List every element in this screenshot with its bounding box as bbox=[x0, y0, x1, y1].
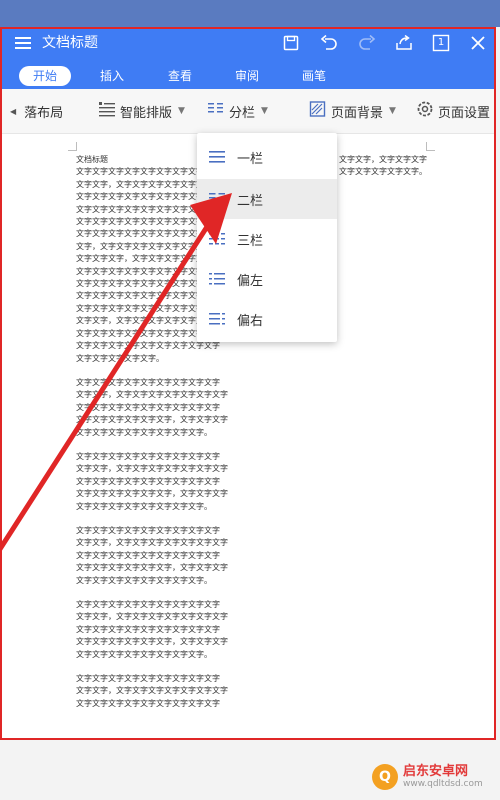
menu-item-right[interactable]: 偏右 bbox=[197, 299, 337, 339]
page-background-icon bbox=[309, 101, 331, 121]
text-line: 文字文字，文字文字文字文字文字文字文字 bbox=[76, 538, 228, 548]
three-column-icon bbox=[197, 232, 237, 246]
right-column-icon bbox=[197, 312, 237, 326]
page-settings-button[interactable]: 页面设置 bbox=[416, 101, 490, 121]
text-line: 文字文字文字文字文字文字文字文字文字 bbox=[76, 476, 220, 486]
two-column-icon bbox=[197, 192, 237, 206]
paragraph-layout-label: 落布局 bbox=[24, 105, 64, 121]
page-background-label: 页面背景 bbox=[331, 105, 384, 121]
text-line: 文字文字，文字文字文字文字文字文字文字 bbox=[76, 390, 228, 400]
text-line: 文字文字文字文字文字文字文字文字文字 bbox=[76, 451, 220, 461]
menu-item-label: 偏右 bbox=[237, 313, 264, 329]
text-line: 文字文字文字文字文字文字，文字文字文字 bbox=[76, 563, 228, 573]
text-line: 文字文字文字文字文字文字文字文字文字 bbox=[76, 402, 220, 412]
save-icon[interactable] bbox=[280, 32, 302, 54]
columns-label: 分栏 bbox=[229, 105, 256, 121]
paragraph: 文字文字文字文字文字文字文字文字文字 文字文字，文字文字文字文字文字文字文字 文字文… bbox=[76, 525, 246, 587]
menu-item-left[interactable]: 偏左 bbox=[197, 259, 337, 299]
text-line: 文字文字，文字文字文字文字文字文字文字 bbox=[76, 686, 228, 696]
tab-insert[interactable]: 插入 bbox=[90, 66, 134, 86]
text-line: 文字文字，文字文字文字 bbox=[339, 155, 427, 164]
chevron-down-icon: ▼ bbox=[178, 106, 185, 116]
smart-layout-button[interactable]: 智能排版 ▼ bbox=[98, 101, 185, 121]
redo-icon[interactable] bbox=[356, 32, 378, 54]
tab-review[interactable]: 审阅 bbox=[225, 66, 269, 86]
menu-item-label: 三栏 bbox=[237, 233, 264, 249]
menu-item-label: 二栏 bbox=[237, 193, 264, 209]
watermark-name: 启东安卓网 bbox=[403, 763, 469, 779]
text-line: 文字文字文字文字文字文字，文字文字文字 bbox=[76, 415, 228, 425]
columns-icon bbox=[207, 101, 229, 121]
text-line: 文字文字文字文字文字文字文字文字文字 bbox=[76, 550, 220, 560]
text-line: 文字文字文字文字文字文字文字文字。 bbox=[76, 649, 212, 659]
title-bar: 文档标题 1 开始 插入 查看 审阅 画笔 bbox=[2, 29, 494, 89]
tab-view[interactable]: 查看 bbox=[158, 66, 202, 86]
text-line: 文字文字文字文字文字。 bbox=[339, 167, 427, 177]
status-bar-band bbox=[0, 0, 500, 27]
text-line: 文字文字文字文字文字文字文字文字。 bbox=[76, 575, 212, 585]
left-column-icon bbox=[197, 272, 237, 286]
page-corner-mark bbox=[426, 142, 435, 151]
columns-dropdown: 一栏 二栏 三栏 偏左 偏右 bbox=[197, 133, 337, 342]
page-corner-mark bbox=[68, 142, 77, 151]
menu-icon[interactable] bbox=[12, 32, 34, 54]
text-line: 文字文字文字文字文字。 bbox=[76, 353, 164, 363]
chevron-down-icon: ▼ bbox=[261, 106, 268, 116]
page-icon[interactable]: 1 bbox=[430, 32, 452, 54]
page-number: 1 bbox=[437, 37, 445, 48]
text-line: 文字文字文字文字文字文字文字文字文字 bbox=[76, 674, 220, 684]
tab-start[interactable]: 开始 bbox=[19, 66, 71, 86]
menu-item-three-columns[interactable]: 三栏 bbox=[197, 219, 337, 259]
menu-item-label: 偏左 bbox=[237, 273, 264, 289]
undo-icon[interactable] bbox=[318, 32, 340, 54]
text-line: 文字文字，文字文字文字文字文字文字文字 bbox=[76, 464, 228, 474]
watermark-logo-icon: Q bbox=[372, 764, 398, 790]
smart-layout-icon bbox=[98, 101, 120, 121]
text-line: 文字文字文字文字文字文字文字文字文字 bbox=[76, 600, 220, 609]
text-line: 文字文字文字文字文字文字，文字文字文字 bbox=[76, 637, 228, 647]
ribbon-toolbar: ◀ 落布局 智能排版 ▼ 分栏 ▼ 页面背景 ▼ 页面设置 bbox=[2, 89, 494, 134]
text-line: 文字文字文字文字文字文字文字文字。 bbox=[76, 501, 212, 511]
text-line: 文字文字文字文字文字文字文字文字文字 bbox=[76, 698, 220, 708]
document-title: 文档标题 bbox=[42, 35, 98, 51]
smart-layout-label: 智能排版 bbox=[120, 105, 173, 121]
text-line: 文字文字文字文字文字文字文字文字文字 bbox=[76, 377, 220, 387]
scroll-left-icon[interactable]: ◀ bbox=[10, 107, 16, 116]
right-column: 文字文字，文字文字文字 文字文字文字文字文字。 bbox=[339, 154, 429, 179]
close-icon[interactable] bbox=[467, 32, 489, 54]
paragraph: 文字文字文字文字文字文字文字文字文字 文字文字，文字文字文字文字文字文字文字 文字文… bbox=[76, 451, 246, 513]
text-line: 文字文字文字文字文字文字文字文字文字 bbox=[76, 525, 220, 535]
paragraph: 文字文字文字文字文字文字文字文字文字 文字文字，文字文字文字文字文字文字文字 文字文… bbox=[76, 599, 246, 661]
watermark-url: www.qdltdsd.com bbox=[403, 778, 483, 789]
ribbon-tabs: 开始 插入 查看 审阅 画笔 bbox=[2, 64, 494, 88]
menu-item-label: 一栏 bbox=[237, 151, 264, 167]
gear-icon bbox=[416, 100, 438, 122]
text-line: 文字文字，文字文字文字文字文字文字文字 bbox=[76, 612, 228, 622]
page-settings-label: 页面设置 bbox=[438, 105, 491, 121]
columns-button[interactable]: 分栏 ▼ bbox=[207, 101, 268, 121]
page-background-button[interactable]: 页面背景 ▼ bbox=[309, 101, 396, 121]
paragraph: 文字文字文字文字文字文字文字文字文字 文字文字，文字文字文字文字文字文字文字 文字文… bbox=[76, 673, 246, 710]
text-line: 文字文字文字文字文字文字，文字文字文字 bbox=[76, 489, 228, 499]
paragraph: 文字文字文字文字文字文字文字文字文字 文字文字，文字文字文字文字文字文字文字 文字文… bbox=[76, 377, 246, 439]
share-icon[interactable] bbox=[393, 32, 415, 54]
paragraph-layout-button[interactable]: ◀ 落布局 bbox=[10, 101, 63, 121]
app-window: 文档标题 1 开始 插入 查看 审阅 画笔 ◀ 落布局 智能排版 ▼ 分栏 ▼ … bbox=[0, 27, 496, 740]
chevron-down-icon: ▼ bbox=[389, 106, 396, 116]
one-column-icon bbox=[197, 150, 237, 164]
tab-pen[interactable]: 画笔 bbox=[292, 66, 336, 86]
text-line: 文字文字文字文字文字文字文字文字文字 bbox=[76, 624, 220, 634]
text-line: 文字文字文字文字文字文字文字文字。 bbox=[76, 427, 212, 437]
menu-item-one-column[interactable]: 一栏 bbox=[197, 137, 337, 177]
site-watermark: Q 启东安卓网 www.qdltdsd.com bbox=[372, 762, 497, 792]
menu-item-two-columns[interactable]: 二栏 bbox=[197, 179, 337, 219]
